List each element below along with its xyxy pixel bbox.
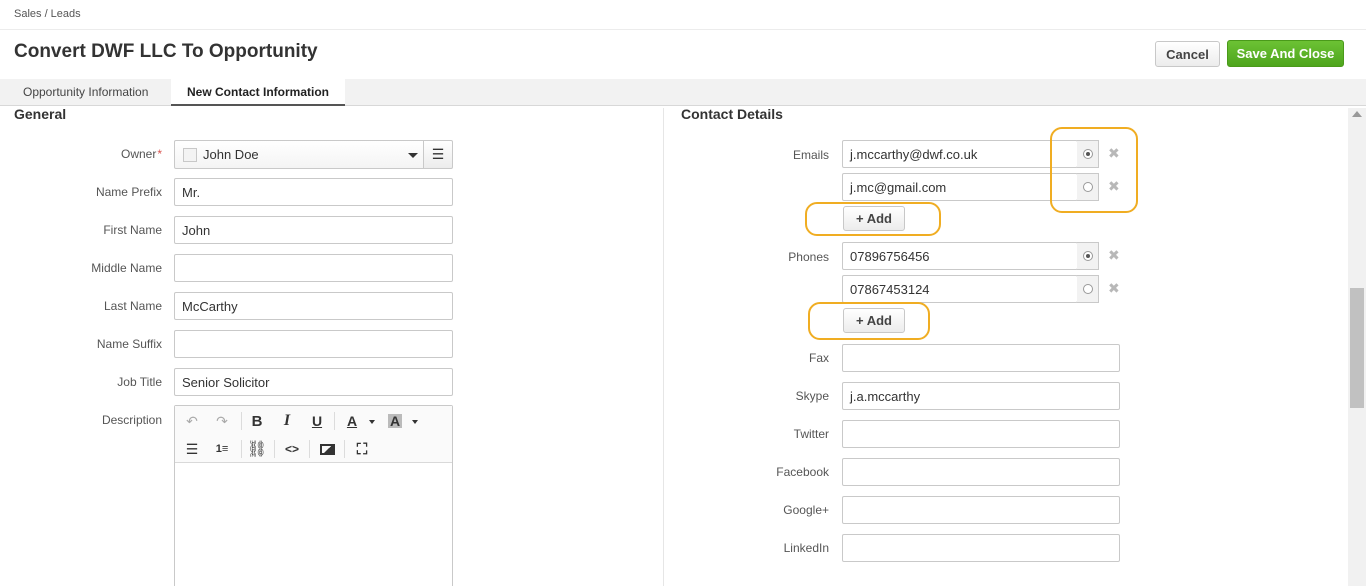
google-plus-input[interactable] [842,496,1120,524]
column-divider [663,108,664,586]
tab-new-contact-information[interactable]: New Contact Information [171,79,345,106]
job-title-label: Job Title [117,375,162,389]
add-phone-button[interactable]: + Add [843,308,905,333]
twitter-input[interactable] [842,420,1120,448]
required-marker: * [157,147,162,161]
caret-down-icon[interactable] [412,420,418,424]
caret-down-icon[interactable] [369,420,375,424]
skype-input[interactable]: j.a.mccarthy [842,382,1120,410]
twitter-label: Twitter [793,427,829,441]
facebook-label: Facebook [776,465,829,479]
owner-select[interactable]: John Doe [174,140,424,169]
list-icon: ☰ [431,146,445,162]
fullscreen-icon[interactable]: ⛶ [351,438,373,460]
description-label: Description [101,413,162,427]
emails-label: Emails [792,148,829,162]
remove-phone-1-icon[interactable]: ✖ [1108,247,1120,264]
toolbar-separator [241,440,242,458]
breadcrumb[interactable]: Sales / Leads [14,8,81,20]
scroll-up-arrow-icon[interactable] [1352,111,1362,117]
remove-phone-2-icon[interactable]: ✖ [1108,280,1120,297]
radio-unselected-icon [1082,284,1093,294]
remove-email-1-icon[interactable]: ✖ [1108,145,1120,162]
phone-2-primary-radio[interactable] [1077,275,1099,303]
top-bar: Sales / Leads [0,0,1366,30]
facebook-input[interactable] [842,458,1120,486]
last-name-label: Last Name [103,299,162,313]
bold-icon[interactable]: B [246,410,268,432]
google-plus-label: Google+ [783,503,829,517]
owner-label: Owner* [120,147,162,161]
radio-selected-icon [1082,251,1093,261]
first-name-input[interactable]: John [174,216,453,244]
first-name-label: First Name [103,223,162,237]
name-prefix-label: Name Prefix [95,185,162,199]
image-icon[interactable] [316,438,338,460]
tab-opportunity-information[interactable]: Opportunity Information [23,79,148,106]
phones-label: Phones [788,250,829,264]
email-2-primary-radio[interactable] [1077,173,1099,201]
phone-input-2[interactable]: 07867453124 [842,275,1078,303]
save-and-close-button[interactable]: Save And Close [1227,40,1344,67]
scrollbar-thumb[interactable] [1350,288,1364,408]
undo-icon[interactable]: ↶ [181,410,203,432]
bulleted-list-icon[interactable]: ☰ [181,438,203,460]
page-title: Convert DWF LLC To Opportunity [14,41,318,62]
contact-details-heading: Contact Details [681,106,783,122]
last-name-input[interactable]: McCarthy [174,292,453,320]
italic-icon[interactable]: I [276,410,298,432]
link-icon[interactable]: ⛓ [246,438,268,460]
owner-list-button[interactable]: ☰ [424,140,453,169]
name-prefix-input[interactable]: Mr. [174,178,453,206]
toolbar-separator [309,440,310,458]
email-1-primary-radio[interactable] [1077,140,1099,168]
phone-input-1[interactable]: 07896756456 [842,242,1078,270]
middle-name-input[interactable] [174,254,453,282]
job-title-input[interactable]: Senior Solicitor [174,368,453,396]
editor-toolbar: ↶ ↷ B I U A A ☰ 1≡ ⛓ <> ⛶ [175,406,452,463]
toolbar-separator [274,440,275,458]
linkedin-label: LinkedIn [783,541,829,555]
remove-email-2-icon[interactable]: ✖ [1108,178,1120,195]
description-editor[interactable]: ↶ ↷ B I U A A ☰ 1≡ ⛓ <> ⛶ [174,405,453,586]
text-color-icon[interactable]: A [341,410,363,432]
general-heading: General [14,106,67,122]
radio-unselected-icon [1082,182,1093,192]
numbered-list-icon[interactable]: 1≡ [211,438,233,460]
name-suffix-input[interactable] [174,330,453,358]
user-avatar-icon [183,147,197,162]
chevron-down-icon[interactable] [408,153,418,158]
radio-selected-icon [1082,149,1093,159]
toolbar-separator [241,412,242,430]
linkedin-input[interactable] [842,534,1120,562]
email-input-2[interactable]: j.mc@gmail.com [842,173,1078,201]
skype-label: Skype [795,389,829,403]
redo-icon[interactable]: ↷ [211,410,233,432]
owner-value: John Doe [203,147,259,162]
underline-icon[interactable]: U [306,410,328,432]
toolbar-separator [334,412,335,430]
name-suffix-label: Name Suffix [96,337,162,351]
background-color-icon[interactable]: A [384,410,406,432]
toolbar-separator [344,440,345,458]
email-input-1[interactable]: j.mccarthy@dwf.co.uk [842,140,1078,168]
fax-label: Fax [808,351,829,365]
add-email-button[interactable]: + Add [843,206,905,231]
source-code-icon[interactable]: <> [281,438,303,460]
cancel-button[interactable]: Cancel [1155,41,1220,67]
tab-bar: Opportunity Information New Contact Info… [0,79,1366,106]
middle-name-label: Middle Name [91,261,162,275]
phone-1-primary-radio[interactable] [1077,242,1099,270]
fax-input[interactable] [842,344,1120,372]
